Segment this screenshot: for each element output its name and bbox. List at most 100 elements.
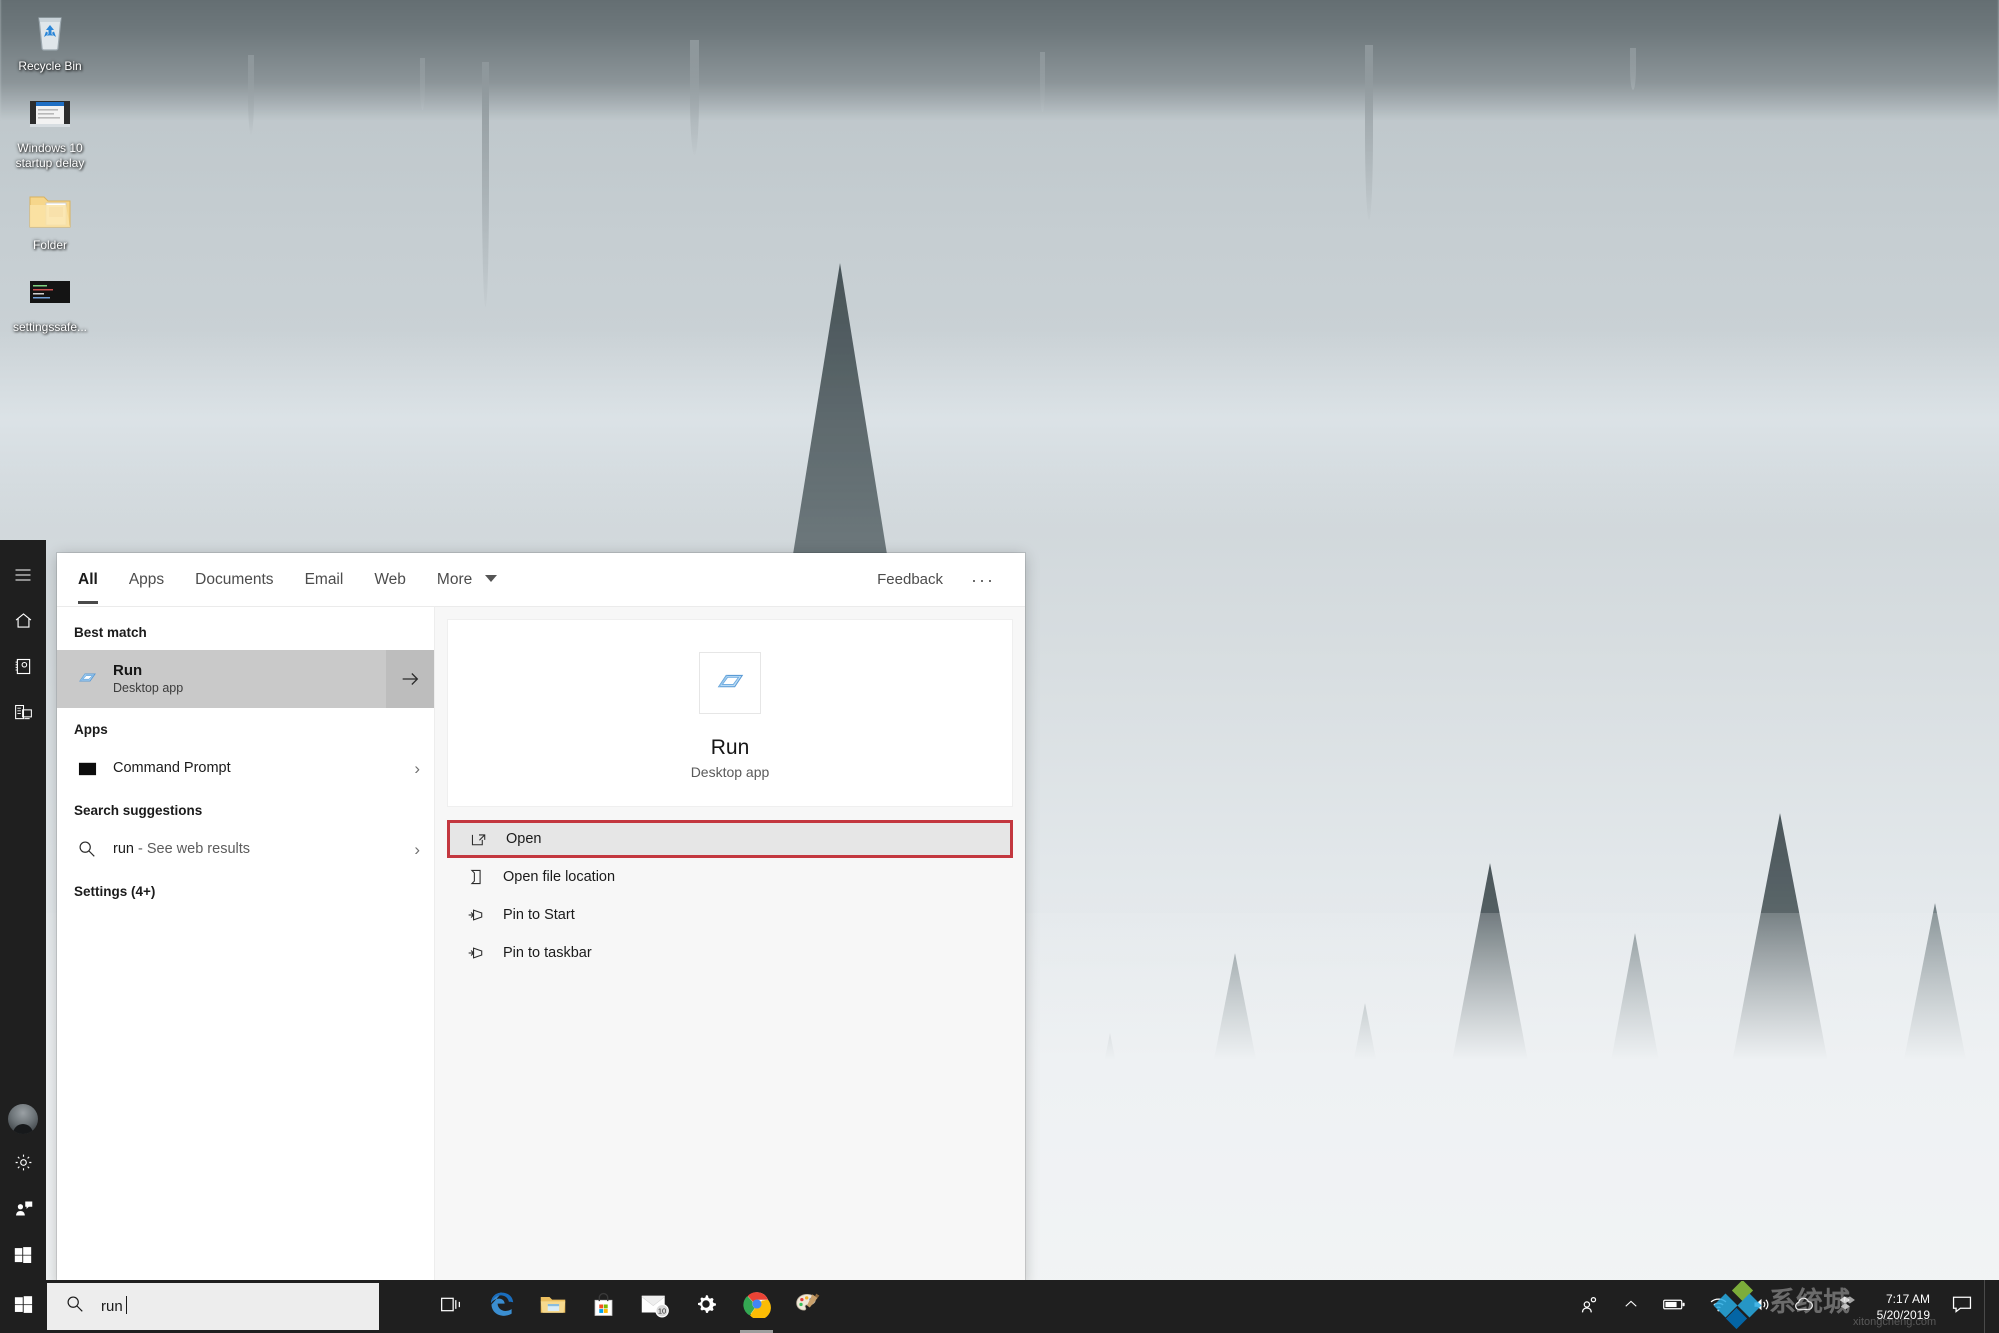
search-tab-bar: All Apps Documents Email Web More Feedba… [57, 553, 1025, 606]
gear-icon [13, 1152, 34, 1178]
tray-dropbox[interactable] [1827, 1280, 1871, 1333]
rail-item-settings[interactable] [0, 1142, 46, 1188]
search-flyout-panel[interactable]: All Apps Documents Email Web More Feedba… [57, 553, 1025, 1286]
hamburger-icon [13, 565, 33, 590]
search-icon [73, 839, 101, 859]
battery-icon [1662, 1296, 1686, 1318]
desktop-icon-label: settingssafe... [12, 320, 88, 334]
recycle-bin-icon [26, 6, 74, 54]
taskbar-file-explorer[interactable] [529, 1280, 576, 1333]
taskbar-settings[interactable] [682, 1280, 729, 1333]
start-button[interactable] [0, 1280, 47, 1333]
wallpaper-icicle [1630, 48, 1636, 90]
open-file-location-icon [463, 868, 489, 886]
windows-logo-icon [13, 1245, 33, 1270]
desktop-icon-recycle-bin[interactable]: Recycle Bin [0, 0, 100, 82]
best-match-content: Run Desktop app [57, 650, 386, 708]
folder-icon [26, 185, 74, 233]
rail-item-devices[interactable] [0, 692, 46, 738]
best-match-text: Run Desktop app [113, 661, 183, 697]
tab-label: More [436, 571, 473, 588]
search-navigation-rail [0, 540, 46, 1280]
tab-documents[interactable]: Documents [195, 555, 273, 604]
tray-volume[interactable] [1740, 1280, 1783, 1333]
taskbar-task-view[interactable] [427, 1280, 474, 1333]
action-pin-to-taskbar[interactable]: Pin to taskbar [447, 934, 1013, 972]
rail-item-home[interactable] [0, 600, 46, 646]
file-explorer-icon [539, 1290, 567, 1323]
rail-item-account[interactable] [0, 1096, 46, 1142]
chevron-right-icon[interactable]: › [414, 760, 420, 777]
desktop-icon-settingssafe[interactable]: settingssafe... [0, 261, 100, 343]
tray-onedrive[interactable] [1783, 1280, 1827, 1333]
screenshot-file-icon [26, 88, 74, 136]
action-label: Open file location [503, 869, 616, 885]
result-item-label: Command Prompt [113, 760, 231, 776]
more-options-icon[interactable]: ··· [971, 571, 995, 589]
suggestion-suffix: - See web results [133, 841, 251, 857]
tray-action-center[interactable] [1940, 1280, 1984, 1333]
edge-icon [488, 1290, 516, 1323]
taskbar-microsoft-store[interactable] [580, 1280, 627, 1333]
taskbar-clock[interactable]: 7:17 AM 5/20/2019 [1871, 1280, 1940, 1333]
tab-more[interactable]: More [437, 555, 497, 604]
best-match-subtitle: Desktop app [113, 681, 184, 695]
wallpaper-icicle [420, 58, 425, 110]
tab-label: Documents [195, 571, 274, 588]
chevron-right-icon[interactable]: › [414, 841, 420, 858]
action-open-file-location[interactable]: Open file location [447, 858, 1013, 896]
tray-people[interactable] [1568, 1280, 1611, 1333]
tab-label: All [78, 571, 98, 588]
result-best-match-run[interactable]: Run Desktop app [57, 650, 434, 708]
taskbar-paint-3d[interactable] [784, 1280, 831, 1333]
rail-item-start[interactable] [0, 1234, 46, 1280]
taskbar-microsoft-edge[interactable] [478, 1280, 525, 1333]
desktop-icon-label: Windows 10 startup delay [15, 141, 85, 170]
taskbar-mail[interactable]: 10 [631, 1280, 678, 1333]
desktop-icon-folder[interactable]: Folder [0, 179, 100, 261]
preview-app-subtitle: Desktop app [690, 764, 770, 780]
speaker-icon [1751, 1294, 1772, 1320]
wallpaper-overhang [0, 0, 1999, 120]
clock-time: 7:17 AM [1885, 1291, 1930, 1306]
tab-all[interactable]: All [78, 555, 98, 604]
result-item-web-suggestion-run[interactable]: run - See web results › [57, 828, 434, 870]
rail-item-feedback[interactable] [0, 1188, 46, 1234]
show-desktop-button[interactable] [1984, 1280, 1993, 1333]
tab-web[interactable]: Web [374, 555, 406, 604]
tray-network[interactable] [1697, 1280, 1740, 1333]
search-icon [65, 1294, 85, 1319]
result-item-command-prompt[interactable]: Command Prompt › [57, 747, 434, 789]
action-pin-to-start[interactable]: Pin to Start [447, 896, 1013, 934]
command-prompt-icon [73, 759, 101, 778]
avatar [8, 1104, 38, 1134]
wallpaper-icicle [482, 62, 489, 307]
notebook-icon [13, 656, 34, 682]
person-feedback-icon [13, 1198, 34, 1224]
best-match-title: Run [113, 662, 143, 679]
action-center-icon [1951, 1293, 1973, 1320]
preview-actions-list: Open Open file location Pin to Start Pin… [447, 820, 1013, 972]
taskbar-google-chrome[interactable] [733, 1280, 780, 1333]
rail-item-notebook[interactable] [0, 646, 46, 692]
action-open[interactable]: Open [447, 820, 1013, 858]
gear-icon [693, 1291, 719, 1322]
tab-bar-actions: Feedback ··· [877, 571, 1005, 589]
tab-email[interactable]: Email [305, 555, 344, 604]
chevron-up-icon [1622, 1295, 1640, 1318]
search-results-column: Best match Run Desktop app Apps Command … [57, 606, 435, 1286]
desktop-icon-windows-10-startup-delay[interactable]: Windows 10 startup delay [0, 82, 100, 179]
dropbox-icon [1838, 1293, 1860, 1320]
wallpaper-icicle [690, 40, 699, 155]
mail-icon: 10 [640, 1291, 670, 1323]
taskbar-search-input[interactable]: run [47, 1283, 379, 1330]
tray-battery[interactable] [1651, 1280, 1697, 1333]
preview-app-title: Run [710, 736, 750, 759]
feedback-button[interactable]: Feedback [877, 571, 943, 588]
best-match-expand-arrow-icon[interactable] [386, 650, 434, 708]
wallpaper-icicle [248, 55, 254, 135]
group-header-best-match: Best match [74, 625, 147, 640]
rail-item-hamburger[interactable] [0, 554, 46, 600]
tray-show-hidden-icons[interactable] [1611, 1280, 1651, 1333]
tab-apps[interactable]: Apps [129, 555, 164, 604]
